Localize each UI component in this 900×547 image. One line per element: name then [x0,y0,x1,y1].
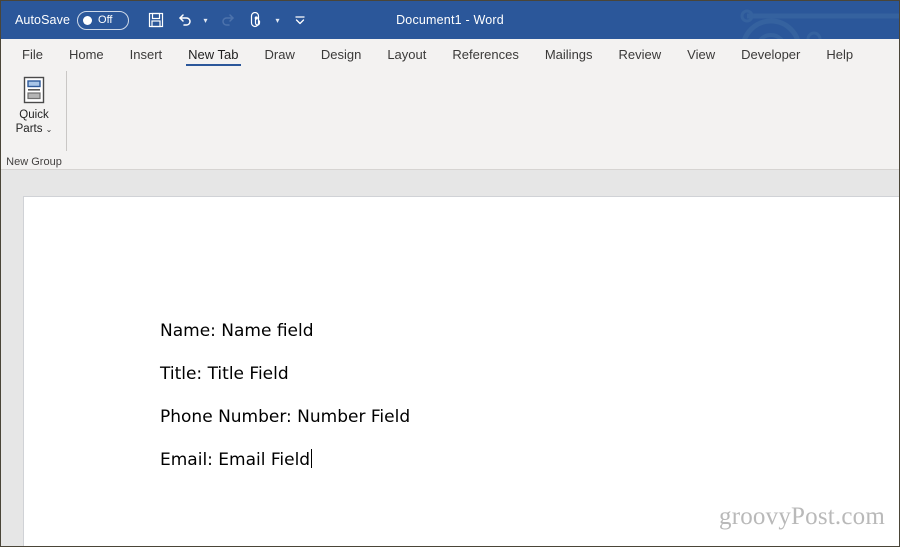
tab-file[interactable]: File [9,39,56,69]
document-line[interactable]: Name: Name field [160,320,879,342]
redo-icon [221,14,234,26]
autosave-toggle-knob [83,15,93,25]
tab-home[interactable]: Home [56,39,117,69]
tab-references[interactable]: References [439,39,531,69]
document-line[interactable]: Phone Number: Number Field [160,406,879,428]
tab-layout[interactable]: Layout [374,39,439,69]
document-title: Document1 - Word [396,13,504,27]
ribbon-group-new-group: Quick Parts ⌄ New Group [1,69,67,169]
save-icon [148,12,164,28]
document-line-with-cursor[interactable]: Email: Email Field [160,449,879,471]
tab-insert[interactable]: Insert [117,39,176,69]
tab-new-tab[interactable]: New Tab [175,39,251,69]
touch-mouse-mode-button[interactable] [243,7,269,33]
tab-help[interactable]: Help [813,39,866,69]
title-bar-decoration [740,9,899,39]
document-line-text: Email: Email Field [160,450,311,470]
quick-parts-label-line2: Parts [15,123,43,135]
save-button[interactable] [143,7,169,33]
quick-access-toolbar: ▾ ▾ [143,7,315,33]
ribbon-group-label: New Group [6,156,62,168]
customize-qat-button[interactable] [287,7,313,33]
autosave-label: AutoSave [15,13,71,27]
autosave-control[interactable]: AutoSave Off [15,10,130,30]
quick-parts-icon [20,75,48,105]
document-canvas: Name: Name field Title: Title Field Phon… [1,170,899,546]
tab-design[interactable]: Design [308,39,374,69]
watermark: groovyPost.com [719,503,885,530]
word-window: AutoSave Off ▾ ▾ Document1 - Word File H… [0,0,900,547]
overflow-caret-icon [295,16,305,25]
touch-mode-icon [250,11,261,27]
ribbon-tabs: File Home Insert New Tab Draw Design Lay… [1,39,899,69]
quick-parts-button[interactable]: Quick Parts ⌄ [4,75,64,137]
tab-developer[interactable]: Developer [728,39,813,69]
text-cursor [311,449,313,468]
undo-dropdown-caret[interactable]: ▾ [199,7,212,33]
quick-parts-label-line1: Quick [19,109,49,121]
tab-view[interactable]: View [674,39,728,69]
undo-icon [178,14,191,26]
undo-button[interactable] [171,7,197,33]
autosave-toggle[interactable]: Off [77,10,130,30]
document-line[interactable]: Title: Title Field [160,363,879,385]
document-page[interactable]: Name: Name field Title: Title Field Phon… [23,196,899,546]
redo-button [215,7,241,33]
quick-parts-label: Quick Parts ⌄ [16,108,53,137]
ribbon-body: Quick Parts ⌄ New Group [1,69,899,170]
touch-mode-dropdown-caret[interactable]: ▾ [271,7,284,33]
chevron-down-icon[interactable]: ⌄ [46,125,53,134]
document-text-body[interactable]: Name: Name field Title: Title Field Phon… [160,320,879,492]
tab-review[interactable]: Review [606,39,675,69]
tab-draw[interactable]: Draw [252,39,308,69]
title-bar: AutoSave Off ▾ ▾ Document1 - Word [1,1,899,39]
tab-mailings[interactable]: Mailings [532,39,606,69]
autosave-state-label: Off [98,14,113,26]
